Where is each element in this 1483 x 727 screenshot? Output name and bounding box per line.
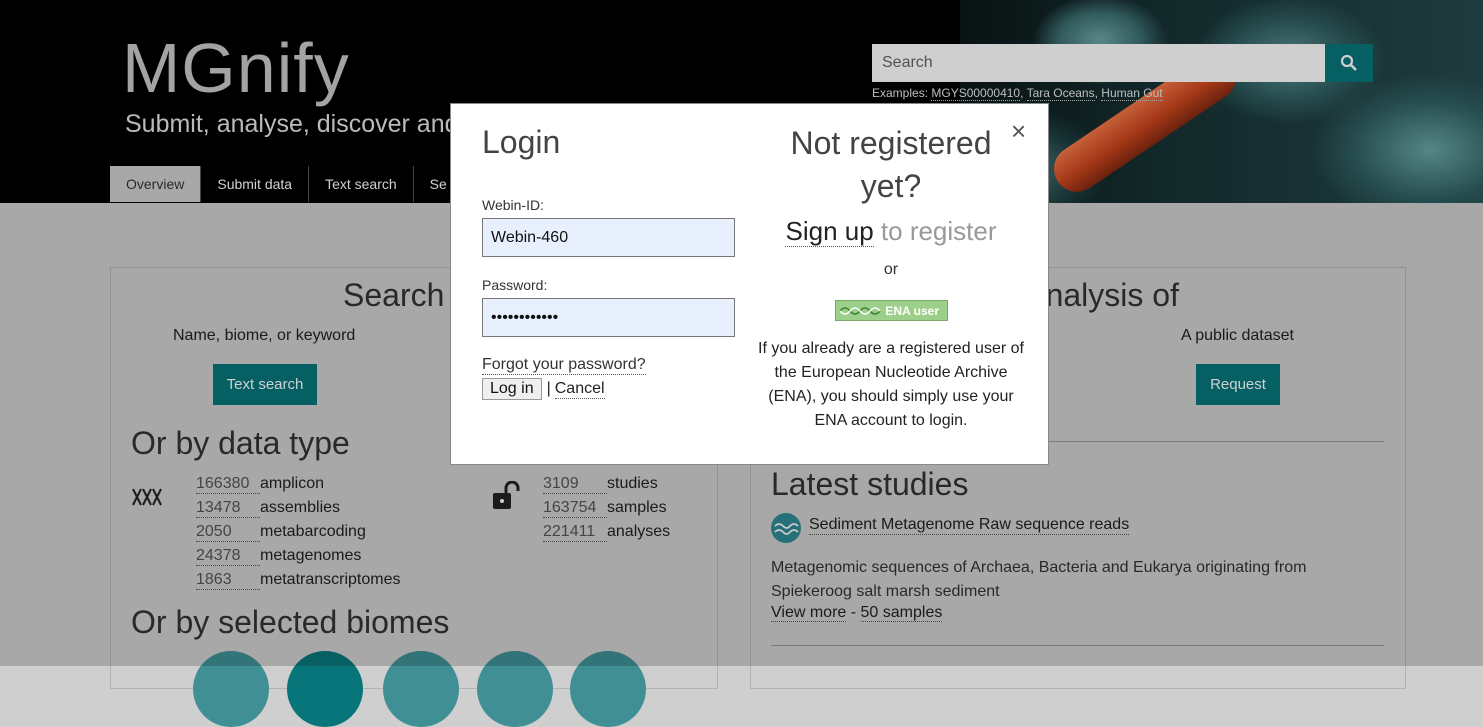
close-icon[interactable]: × xyxy=(1011,116,1026,146)
signup-line: Sign up to register xyxy=(761,216,1021,247)
webin-id-field[interactable] xyxy=(482,218,735,257)
login-button[interactable]: Log in xyxy=(482,378,542,400)
ena-badge-label: ENA user xyxy=(885,303,939,318)
webin-id-label: Webin-ID: xyxy=(482,197,544,213)
password-label: Password: xyxy=(482,277,548,293)
separator: | xyxy=(546,380,551,397)
password-field[interactable] xyxy=(482,298,735,337)
to-register-text: to register xyxy=(880,216,997,246)
ena-user-badge[interactable]: ENA user xyxy=(835,300,948,321)
cancel-link[interactable]: Cancel xyxy=(554,380,605,399)
forgot-password-link[interactable]: Forgot your password? xyxy=(482,356,646,375)
or-text: or xyxy=(883,261,899,278)
login-modal: × Login Webin-ID: Password: Forgot your … xyxy=(450,103,1049,465)
login-title: Login xyxy=(482,124,561,160)
login-actions: Log in | Cancel xyxy=(482,378,605,400)
dna-wave-icon xyxy=(840,307,881,315)
ena-info-text: If you already are a registered user of … xyxy=(758,340,1024,429)
not-registered-heading: Not registered yet? xyxy=(790,125,992,204)
sign-up-link[interactable]: Sign up xyxy=(785,216,874,247)
